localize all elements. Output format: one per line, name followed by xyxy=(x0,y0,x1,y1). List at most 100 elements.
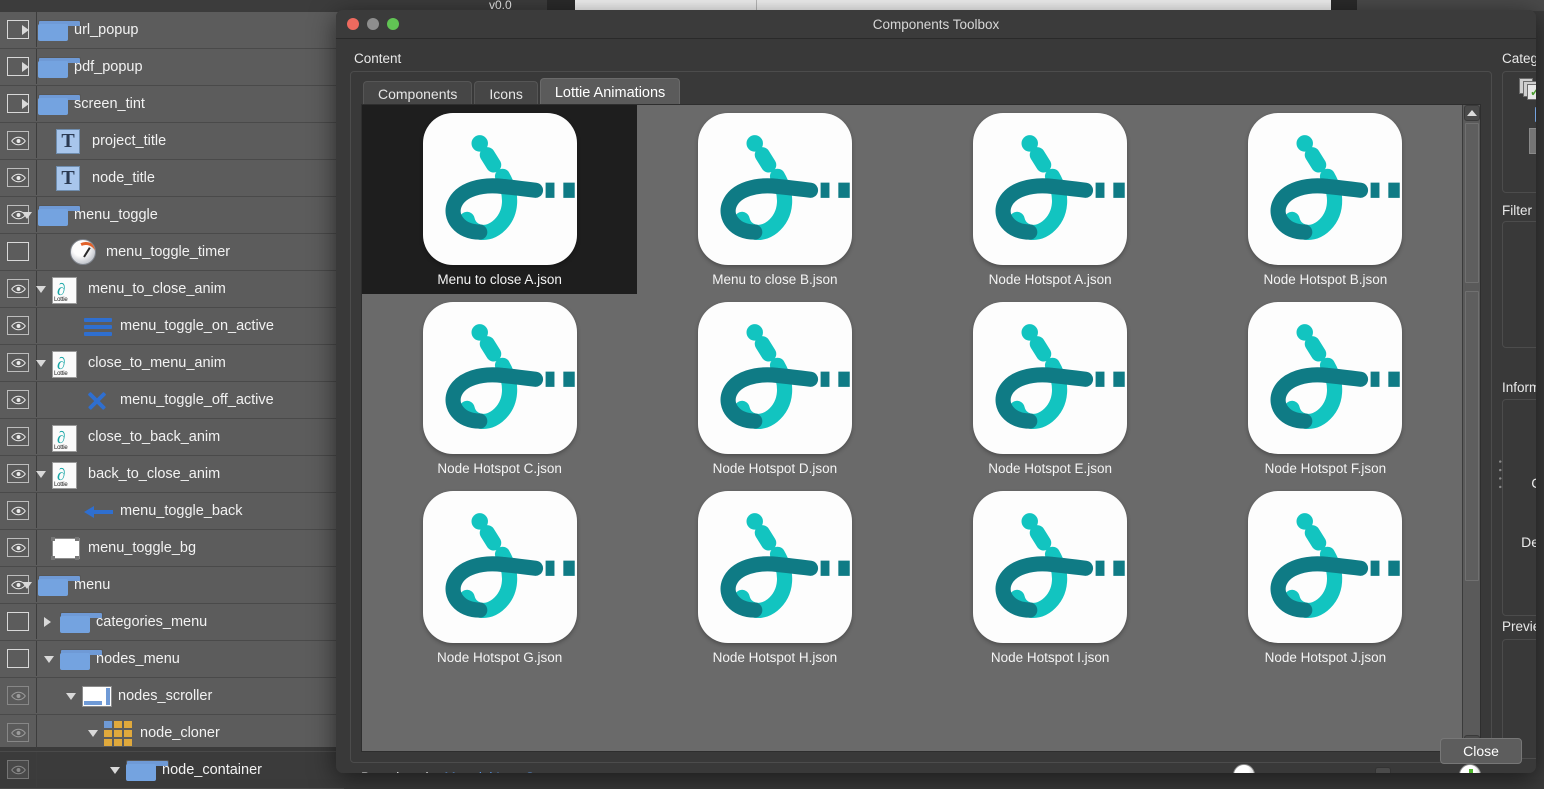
scrollbar-thumb-upper[interactable] xyxy=(1465,123,1479,283)
visibility-checkbox[interactable] xyxy=(7,242,29,261)
tree-row[interactable]: menu_toggle_off_active xyxy=(0,382,344,419)
tab-icons[interactable]: Icons xyxy=(474,81,538,106)
visibility-eye-icon[interactable] xyxy=(7,279,29,298)
twisty-down-icon[interactable] xyxy=(36,471,46,478)
twisty-right-icon[interactable] xyxy=(22,99,29,109)
twisty-down-icon[interactable] xyxy=(36,286,46,293)
tree-row[interactable]: screen_tint xyxy=(0,86,344,123)
tree-row[interactable]: node_cloner xyxy=(0,715,344,752)
tree-row[interactable]: Tnode_title xyxy=(0,160,344,197)
grid-item[interactable]: Node Hotspot B.json xyxy=(1188,105,1463,294)
twisty-down-icon[interactable] xyxy=(110,767,120,774)
zoom-window-button[interactable] xyxy=(387,18,399,30)
minimize-window-button[interactable] xyxy=(367,18,379,30)
visibility-cell[interactable] xyxy=(0,234,37,269)
grid-item[interactable]: Node Hotspot H.json xyxy=(637,483,912,672)
visibility-eye-icon[interactable] xyxy=(7,501,29,520)
visibility-eye-icon[interactable] xyxy=(7,464,29,483)
visibility-eye-icon[interactable] xyxy=(7,686,29,705)
visibility-cell[interactable] xyxy=(0,604,37,639)
visibility-cell[interactable] xyxy=(0,12,37,47)
scrollbar-thumb-lower[interactable] xyxy=(1465,291,1479,581)
visibility-cell[interactable] xyxy=(0,641,37,676)
tree-row[interactable]: pdf_popup xyxy=(0,49,344,86)
tree-row[interactable]: menu_toggle_back xyxy=(0,493,344,530)
grid-item[interactable]: Node Hotspot F.json xyxy=(1188,294,1463,483)
visibility-eye-icon[interactable] xyxy=(7,353,29,372)
tree-row[interactable]: categories_menu xyxy=(0,604,344,641)
visibility-checkbox[interactable] xyxy=(7,612,29,631)
tab-lottie-animations[interactable]: Lottie Animations xyxy=(539,78,681,106)
visibility-eye-icon[interactable] xyxy=(7,168,29,187)
layer-tree[interactable]: url_popup pdf_popup screen_tint Tproject_ti… xyxy=(0,12,345,789)
items-grid[interactable]: Menu to close A.json Menu to close B.jso… xyxy=(362,105,1463,751)
twisty-down-icon[interactable] xyxy=(66,693,76,700)
visibility-eye-icon[interactable] xyxy=(7,538,29,557)
visibility-cell[interactable] xyxy=(0,715,37,750)
visibility-eye-icon[interactable] xyxy=(7,131,29,150)
visibility-eye-icon[interactable] xyxy=(7,760,29,779)
grid-item[interactable]: Node Hotspot A.json xyxy=(913,105,1188,294)
grid-item[interactable]: Node Hotspot E.json xyxy=(913,294,1188,483)
categories-toolbar[interactable]: ✓ xyxy=(1503,72,1536,102)
visibility-cell[interactable] xyxy=(0,123,37,158)
visibility-cell[interactable] xyxy=(0,752,37,787)
tree-row[interactable]: menu_toggle_timer xyxy=(0,234,344,271)
dialog-titlebar[interactable]: Components Toolbox xyxy=(336,10,1536,39)
grid-vertical-scrollbar[interactable] xyxy=(1462,105,1480,751)
grid-item[interactable]: Node Hotspot D.json xyxy=(637,294,912,483)
visibility-cell[interactable] xyxy=(0,456,37,491)
twisty-right-icon[interactable] xyxy=(22,62,29,72)
visibility-eye-icon[interactable] xyxy=(7,723,29,742)
twisty-down-icon[interactable] xyxy=(88,730,98,737)
grid-item[interactable]: Menu to close B.json xyxy=(637,105,912,294)
category-item[interactable]: ★Material xyxy=(1529,128,1536,154)
twisty-right-icon[interactable] xyxy=(44,617,51,627)
visibility-cell[interactable] xyxy=(0,308,37,343)
tree-row[interactable]: nodes_scroller xyxy=(0,678,344,715)
twisty-down-icon[interactable] xyxy=(36,360,46,367)
visibility-checkbox[interactable] xyxy=(7,649,29,668)
close-button[interactable]: Close xyxy=(1440,738,1522,764)
visibility-eye-icon[interactable] xyxy=(7,390,29,409)
twisty-down-icon[interactable] xyxy=(44,656,54,663)
categories-list[interactable]: ★Feather★Material xyxy=(1529,102,1536,154)
close-window-button[interactable] xyxy=(347,18,359,30)
window-controls[interactable] xyxy=(347,18,399,30)
visibility-cell[interactable] xyxy=(0,678,37,713)
tree-row[interactable]: menu_toggle xyxy=(0,197,344,234)
zoom-slider[interactable] xyxy=(1261,765,1453,773)
grid-item[interactable]: Node Hotspot G.json xyxy=(362,483,637,672)
visibility-cell[interactable] xyxy=(0,160,37,195)
tree-row[interactable]: url_popup xyxy=(0,12,344,49)
twisty-right-icon[interactable] xyxy=(22,25,29,35)
tree-row[interactable]: ∂ Lottie back_to_close_anim xyxy=(0,456,344,493)
zoom-control[interactable] xyxy=(1233,764,1481,773)
tree-row[interactable]: node_container xyxy=(0,752,344,789)
tree-row[interactable]: menu_toggle_bg xyxy=(0,530,344,567)
zoom-slider-knob[interactable] xyxy=(1374,767,1391,773)
content-tabs[interactable]: Components Icons Lottie Animations xyxy=(363,78,682,106)
visibility-cell[interactable] xyxy=(0,419,37,454)
grid-item[interactable]: Node Hotspot J.json xyxy=(1188,483,1463,672)
twisty-down-icon[interactable] xyxy=(22,212,32,219)
tree-row[interactable]: Tproject_title xyxy=(0,123,344,160)
visibility-cell[interactable] xyxy=(0,271,37,306)
visibility-cell[interactable] xyxy=(0,530,37,565)
tree-row[interactable]: ∂ Lottie close_to_back_anim xyxy=(0,419,344,456)
items-grid-container[interactable]: Menu to close A.json Menu to close B.jso… xyxy=(361,104,1481,752)
scroll-up-button[interactable] xyxy=(1464,105,1480,121)
visibility-eye-icon[interactable] xyxy=(7,427,29,446)
category-item[interactable]: ★Feather xyxy=(1529,102,1536,128)
tree-row[interactable]: menu xyxy=(0,567,344,604)
tree-row[interactable]: menu_toggle_on_active xyxy=(0,308,344,345)
grid-item[interactable]: Node Hotspot C.json xyxy=(362,294,637,483)
tree-row[interactable]: nodes_menu xyxy=(0,641,344,678)
grid-item[interactable]: Menu to close A.json xyxy=(362,105,638,294)
tab-components[interactable]: Components xyxy=(363,81,473,106)
tree-row[interactable]: ∂ Lottie close_to_menu_anim xyxy=(0,345,344,382)
twisty-down-icon[interactable] xyxy=(22,582,32,589)
material-icon-set-link[interactable]: Material Icon Set xyxy=(444,770,545,774)
zoom-in-icon[interactable] xyxy=(1459,764,1481,773)
multi-select-icon[interactable]: ✓ xyxy=(1519,78,1536,100)
